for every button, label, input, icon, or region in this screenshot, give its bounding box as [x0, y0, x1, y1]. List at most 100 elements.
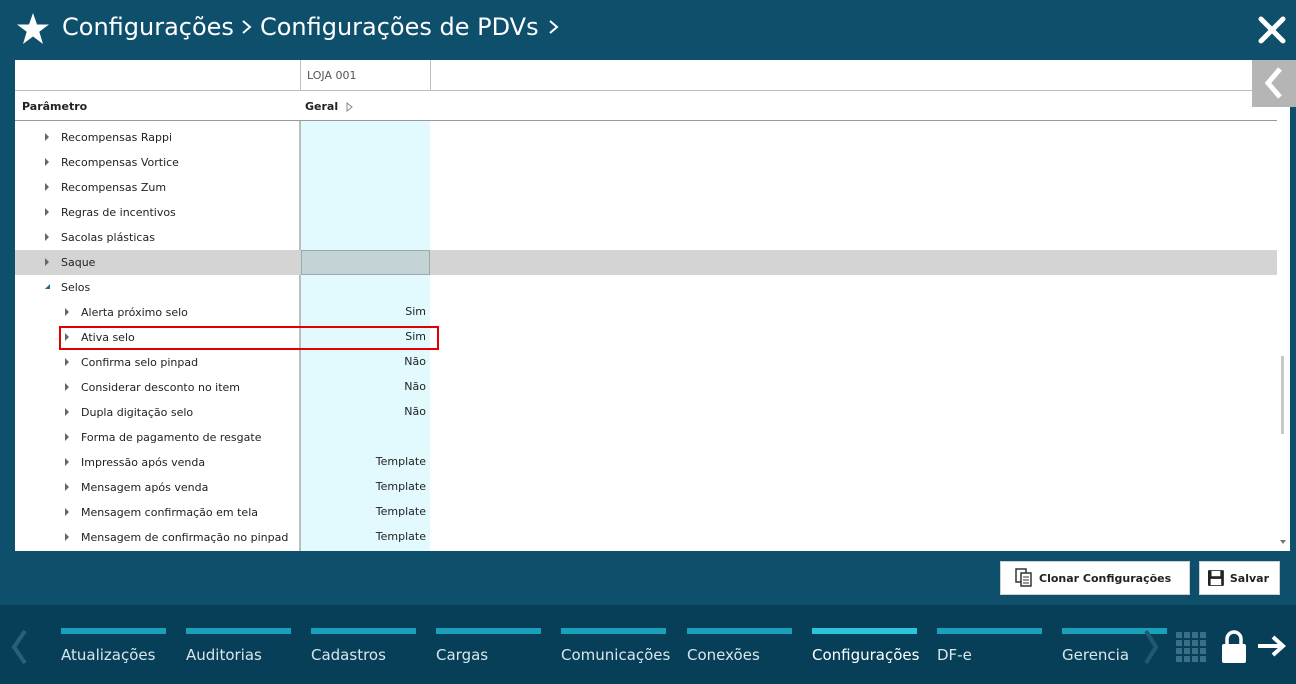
parameter-row[interactable]: Regras de incentivos [15, 200, 1277, 225]
collapsed-triangle-icon[interactable] [44, 233, 51, 241]
parameter-row[interactable]: Mensagem de confirmação no pinpad Templat… [15, 525, 1277, 550]
parameter-value[interactable]: Não [301, 405, 426, 418]
parameter-label: Recompensas Rappi [61, 131, 172, 144]
nav-item-label: Cadastros [311, 646, 386, 664]
parameter-row[interactable]: Dupla digitação selo Não [15, 400, 1277, 425]
save-button[interactable]: Salvar [1199, 561, 1280, 595]
parameter-row[interactable]: Mensagem confirmação em tela Template [15, 500, 1277, 525]
collapse-panel-button[interactable] [1252, 60, 1296, 107]
parameter-label: Alerta próximo selo [81, 306, 188, 319]
parameter-value[interactable]: Template [301, 505, 426, 518]
parameter-value[interactable]: Template [301, 530, 426, 543]
chevron-right-icon [242, 20, 252, 34]
logout-arrow-icon[interactable] [1256, 634, 1288, 658]
chevron-left-icon [1264, 67, 1282, 99]
parameter-label: Selos [61, 281, 91, 294]
parameter-label: Forma de pagamento de resgate [81, 431, 262, 444]
apps-grid-icon[interactable] [1175, 631, 1207, 663]
collapsed-triangle-icon[interactable] [44, 208, 51, 216]
collapsed-triangle-icon[interactable] [64, 358, 71, 366]
parameter-label: Saque [61, 256, 96, 269]
collapsed-triangle-icon[interactable] [64, 508, 71, 516]
nav-prev-icon[interactable] [8, 627, 30, 667]
nav-item-bar [311, 628, 416, 634]
nav-item-label: Atualizações [61, 646, 156, 664]
scrollbar-thumb[interactable] [1281, 356, 1284, 434]
parameter-row[interactable]: Considerar desconto no item Não [15, 375, 1277, 400]
parameter-row[interactable]: Recompensas Zum [15, 175, 1277, 200]
parameter-row[interactable]: Recompensas Vortice [15, 150, 1277, 175]
nav-item-label: DF-e [937, 646, 972, 664]
breadcrumb-item-configuracoes[interactable]: Configurações [62, 13, 234, 41]
parameter-label: Dupla digitação selo [81, 406, 194, 419]
parameter-label: Impressão após venda [81, 456, 206, 469]
nav-item-label: Conexões [687, 646, 760, 664]
expanded-triangle-icon[interactable] [44, 283, 51, 291]
geral-column-header[interactable]: Geral [305, 100, 353, 113]
collapsed-triangle-icon[interactable] [44, 183, 51, 191]
nav-item[interactable]: Configurações [812, 628, 920, 664]
parameter-label: Mensagem após venda [81, 481, 209, 494]
parameters-grid: LOJA 001 Parâmetro Geral Recompensas Rap… [15, 60, 1290, 551]
collapsed-triangle-icon[interactable] [44, 133, 51, 141]
nav-item[interactable]: Cadastros [311, 628, 416, 664]
expand-column-icon[interactable] [346, 101, 353, 112]
nav-item[interactable]: DF-e [937, 628, 1042, 664]
collapsed-triangle-icon[interactable] [44, 258, 51, 266]
collapsed-triangle-icon[interactable] [64, 308, 71, 316]
chevron-right-icon[interactable] [541, 15, 563, 39]
nav-item[interactable]: Conexões [687, 628, 792, 664]
nav-item[interactable]: Auditorias [186, 628, 291, 664]
geral-column-label: Geral [305, 100, 339, 113]
lock-icon[interactable] [1220, 629, 1248, 665]
selected-cell[interactable] [301, 250, 430, 275]
parameter-label: Confirma selo pinpad [81, 356, 199, 369]
parameter-row[interactable]: Recompensas Rappi [15, 125, 1277, 150]
collapsed-triangle-icon[interactable] [64, 383, 71, 391]
nav-item-label: Configurações [812, 646, 920, 664]
nav-item[interactable]: Atualizações [61, 628, 166, 664]
nav-item[interactable]: Cargas [436, 628, 541, 664]
bottom-navigation: Atualizações Auditorias Cadastros Cargas Com… [0, 605, 1296, 684]
parameter-row[interactable]: Forma de pagamento de resgate [15, 425, 1277, 450]
parameter-row[interactable]: Alerta próximo selo Sim [15, 300, 1277, 325]
parameter-label: Sacolas plásticas [61, 231, 155, 244]
parameter-row[interactable]: Mensagem após venda Template [15, 475, 1277, 500]
nav-item-label: Auditorias [186, 646, 262, 664]
parameter-value[interactable]: Template [301, 480, 426, 493]
nav-item-label: Comunicações [561, 646, 671, 664]
parameter-label: Regras de incentivos [61, 206, 176, 219]
collapsed-triangle-icon[interactable] [64, 533, 71, 541]
parameter-value[interactable]: Sim [301, 305, 426, 318]
column-header-row: Parâmetro Geral [15, 91, 1277, 121]
parameter-value[interactable]: Template [301, 455, 426, 468]
collapsed-triangle-icon[interactable] [64, 433, 71, 441]
parameter-value[interactable]: Não [301, 380, 426, 393]
nav-item-bar [61, 628, 166, 634]
nav-item-bar [186, 628, 291, 634]
parameter-column-header: Parâmetro [22, 100, 88, 113]
parameter-row[interactable]: Impressão após venda Template [15, 450, 1277, 475]
parameter-row[interactable]: Selos [15, 275, 1277, 300]
nav-item[interactable]: Comunicações [561, 628, 671, 664]
close-icon[interactable] [1258, 16, 1286, 44]
clone-configurations-button[interactable]: Clonar Configurações [1000, 561, 1190, 595]
store-header-row: LOJA 001 [15, 60, 1277, 91]
collapsed-triangle-icon[interactable] [64, 458, 71, 466]
collapsed-triangle-icon[interactable] [44, 158, 51, 166]
nav-item-bar [812, 628, 917, 634]
parameter-row[interactable]: Sacolas plásticas [15, 225, 1277, 250]
parameter-label: Mensagem de confirmação no pinpad [81, 531, 289, 544]
parameter-label: Recompensas Vortice [61, 156, 179, 169]
favorite-star-icon[interactable] [16, 12, 50, 46]
collapsed-triangle-icon[interactable] [64, 483, 71, 491]
nav-next-icon[interactable] [1142, 627, 1160, 667]
breadcrumb-item-configuracoes-pdvs[interactable]: Configurações de PDVs [260, 13, 539, 41]
parameter-row[interactable]: Confirma selo pinpad Não [15, 350, 1277, 375]
collapsed-triangle-icon[interactable] [64, 408, 71, 416]
floppy-disk-icon [1208, 570, 1224, 586]
store-column-header[interactable]: LOJA 001 [300, 60, 431, 91]
parameter-value[interactable]: Não [301, 355, 426, 368]
parameter-row[interactable]: Saque [15, 250, 1277, 275]
scroll-down-icon[interactable] [1279, 538, 1287, 546]
